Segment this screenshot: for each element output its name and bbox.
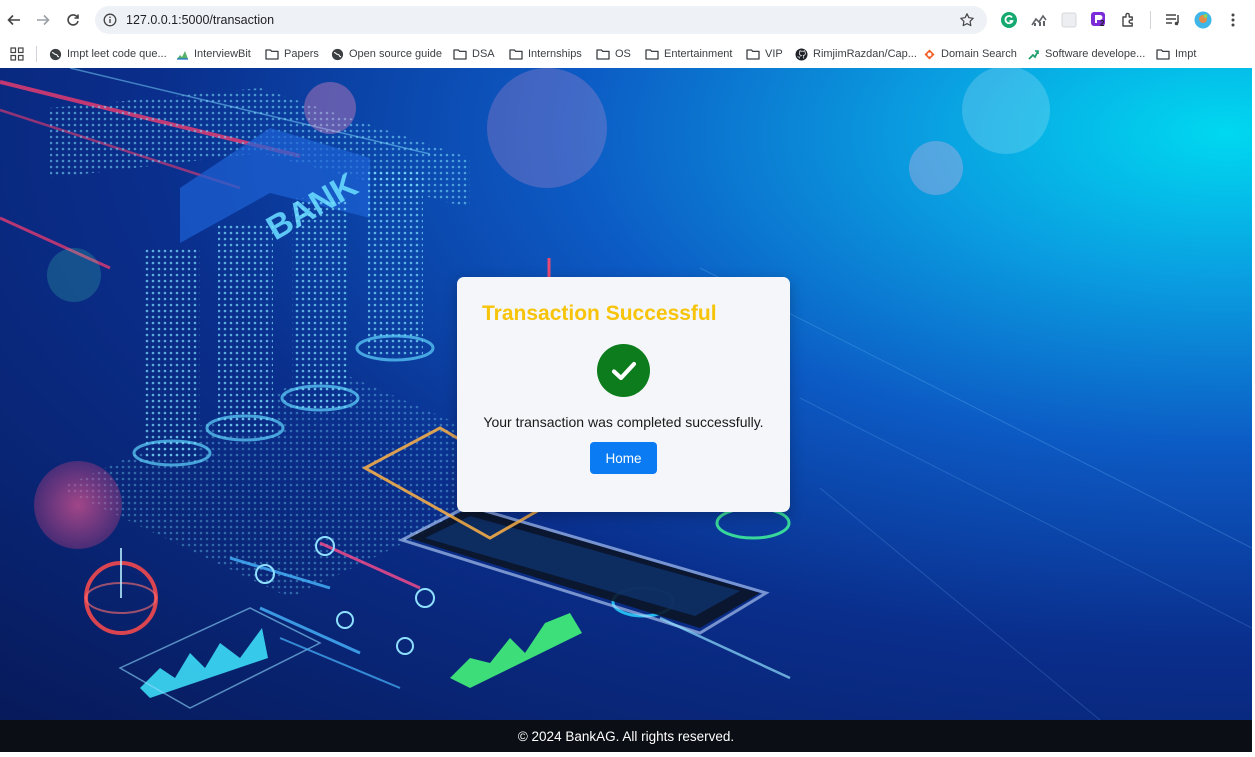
bookmark-label: Internships [528,48,582,60]
success-message: Your transaction was completed successfu… [483,414,764,430]
bookmark-papers[interactable]: Papers [265,46,319,62]
bookmark-os[interactable]: OS [596,46,631,62]
toolbar-divider [1150,11,1151,29]
folder-icon [453,49,467,60]
profile-avatar-icon[interactable] [1194,11,1212,29]
address-bar[interactable]: 127.0.0.1:5000/transaction [95,6,987,34]
bookmark-label: Software develope... [1045,48,1146,60]
checkmark-icon [611,361,636,380]
site-icon [1028,49,1039,60]
browser-toolbar: 127.0.0.1:5000/transaction 2 [0,0,1255,40]
media-control-icon[interactable] [1164,11,1182,29]
reload-button[interactable] [63,10,83,30]
arrow-right-icon [37,14,50,26]
bookmark-label: Impt leet code que... [67,48,167,60]
bookmark-github-repo[interactable]: RimjimRazdan/Cap... [795,46,917,62]
url-text[interactable]: 127.0.0.1:5000/transaction [126,13,274,27]
page-footer: © 2024 BankAG. All rights reserved. [0,720,1252,752]
copyright-text: © 2024 BankAG. All rights reserved. [517,728,735,744]
purple-extension-icon [1091,12,1105,26]
apps-grid-icon[interactable] [10,47,24,61]
home-button[interactable]: Home [590,442,657,474]
grammarly-extension-icon[interactable] [1000,11,1018,29]
site-info-icon[interactable] [103,13,117,27]
puzzle-extensions-icon[interactable] [1120,11,1138,29]
bookmark-software-developer[interactable]: Software develope... [1027,46,1145,62]
bookmark-open-source-guide[interactable]: Open source guide [331,46,442,62]
folder-icon [1156,49,1170,60]
bookmark-label: Papers [284,48,319,60]
globe-icon [331,48,344,60]
bookmark-impt-leet-code[interactable]: Impt leet code que... [49,46,167,62]
bookmark-star-icon[interactable] [959,12,975,28]
globe-icon [49,48,62,60]
bookmark-domain-search[interactable]: Domain Search [923,46,1017,62]
bookmark-label: Domain Search [941,48,1017,60]
bookmark-label: RimjimRazdan/Cap... [813,48,917,60]
bookmarks-bar: Impt leet code que... InterviewBit Paper… [0,40,1255,68]
page-viewport: BANK [0,68,1252,720]
blank-extension-icon[interactable] [1060,11,1078,29]
success-badge [597,344,650,397]
folder-icon [645,49,659,60]
bookmarks-divider [36,46,37,62]
analytics-extension-icon[interactable] [1030,11,1048,29]
reload-icon [67,14,79,26]
bookmark-dsa[interactable]: DSA [453,46,495,62]
bookmark-entertainment[interactable]: Entertainment [645,46,732,62]
bookmark-internships[interactable]: Internships [509,46,582,62]
bookmark-interviewbit[interactable]: InterviewBit [176,46,251,62]
arrow-left-icon [7,14,20,26]
back-button[interactable] [4,10,24,30]
forward-button[interactable] [33,10,53,30]
purple-extension-button[interactable]: 2 [1090,11,1108,29]
folder-icon [746,49,760,60]
card-title: Transaction Successful [482,302,717,325]
domain-icon [924,49,935,59]
bookmark-label: VIP [765,48,783,60]
bookmark-label: OS [615,48,631,60]
folder-icon [596,49,610,60]
bookmark-label: Open source guide [349,48,442,60]
bookmark-label: DSA [472,48,495,60]
extension-badge: 2 [1100,19,1105,28]
folder-icon [265,49,279,60]
bookmark-label: InterviewBit [194,48,251,60]
kebab-menu-icon[interactable] [1224,11,1242,29]
bookmark-vip[interactable]: VIP [746,46,783,62]
transaction-success-card: Transaction Successful Your transaction … [457,277,790,512]
github-icon [795,48,808,60]
bookmark-label: Entertainment [664,48,733,60]
folder-icon [509,49,523,60]
bookmark-impt[interactable]: Impt [1156,46,1196,62]
bookmark-label: Impt [1175,48,1197,60]
interviewbit-icon [177,50,188,60]
